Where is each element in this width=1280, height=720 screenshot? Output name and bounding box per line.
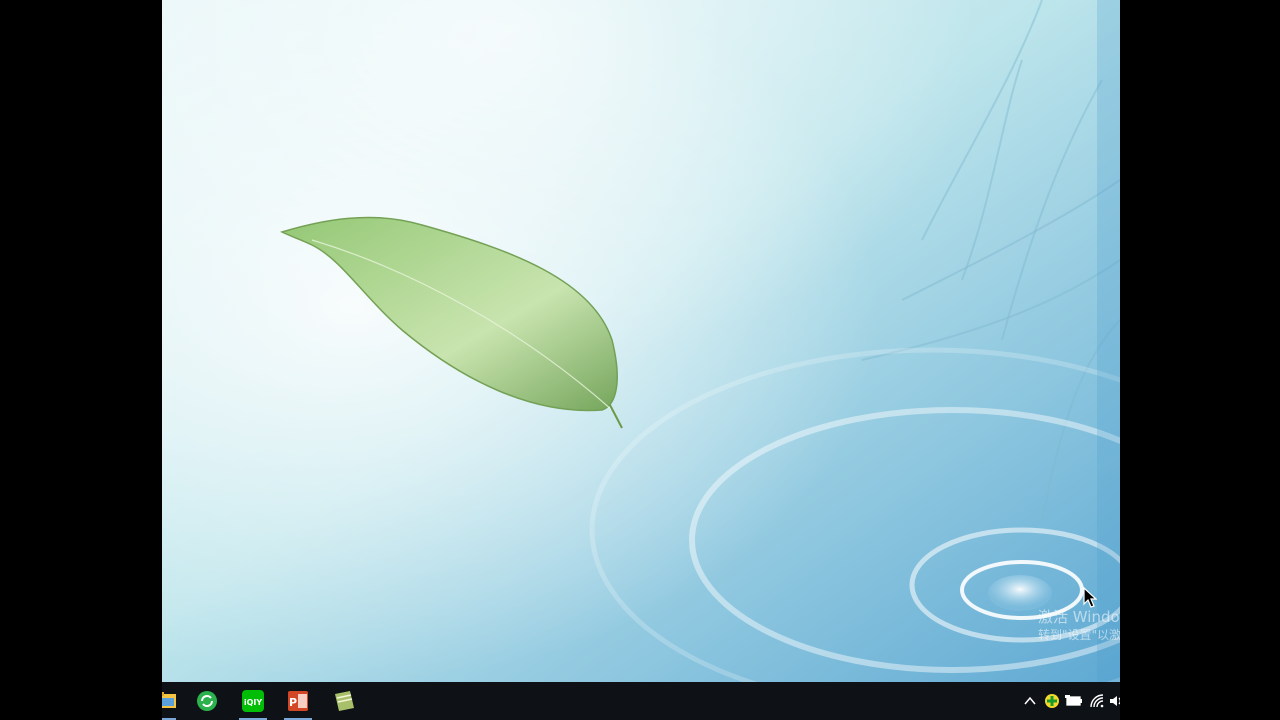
taskbar-green-app[interactable] (189, 682, 225, 720)
mouse-cursor-icon (1083, 587, 1097, 608)
tray-network[interactable] (1088, 682, 1108, 720)
tray-battery[interactable] (1064, 682, 1084, 720)
iqiyi-icon: iQIY (242, 690, 264, 712)
tray-security-app[interactable] (1042, 682, 1062, 720)
svg-text:iQIY: iQIY (244, 698, 263, 707)
watermark-line2: 转到"设置"以激活 Windows。 (1038, 628, 1120, 642)
watermark-line1: 激活 Windows (1038, 608, 1120, 626)
folder-icon (162, 692, 176, 708)
tray-show-hidden[interactable] (1020, 682, 1040, 720)
taskbar-powerpoint[interactable]: P (280, 682, 316, 720)
green-plus-shield-icon (1045, 694, 1059, 708)
tray-volume[interactable] (1108, 682, 1120, 720)
taskbar-iqiyi[interactable]: iQIY (235, 682, 271, 720)
taskbar-notes[interactable] (326, 682, 362, 720)
wifi-icon (1090, 694, 1104, 708)
taskbar-file-explorer[interactable] (162, 682, 180, 720)
svg-text:P: P (289, 696, 297, 709)
screen-recording-frame: 激活 Windows 转到"设置"以激活 Windows。 (0, 0, 1280, 720)
activation-watermark: 激活 Windows 转到"设置"以激活 Windows。 (1038, 608, 1120, 648)
notepad-icon (335, 691, 354, 711)
taskbar: iQIY P (162, 682, 1120, 720)
speaker-icon (1110, 696, 1120, 706)
desktop-screen: 激活 Windows 转到"设置"以激活 Windows。 (162, 0, 1120, 720)
refresh-green-icon (197, 691, 217, 711)
powerpoint-icon: P (288, 691, 308, 711)
battery-icon (1065, 695, 1082, 706)
desktop-wallpaper (162, 0, 1120, 682)
chevron-up-icon (1024, 696, 1036, 705)
